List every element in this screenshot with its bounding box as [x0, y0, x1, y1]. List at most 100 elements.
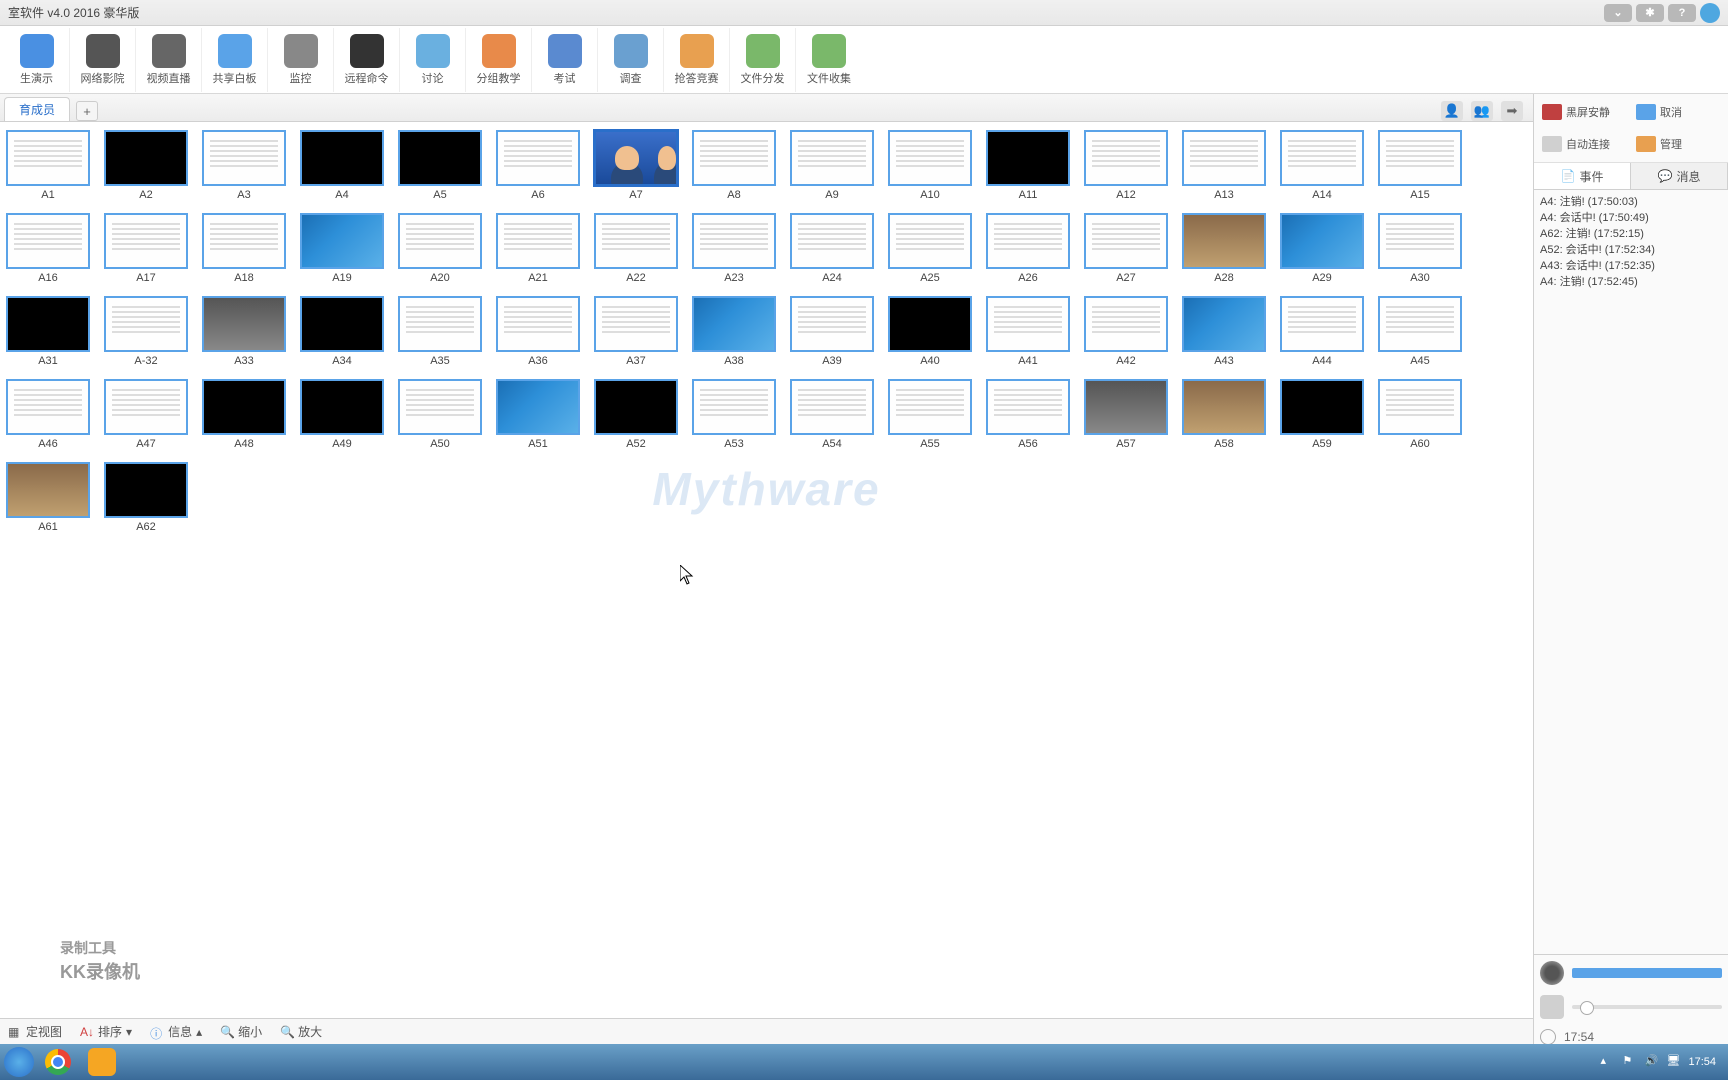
thumb-A39[interactable]: A39	[790, 296, 874, 367]
thumb-A18[interactable]: A18	[202, 213, 286, 284]
thumb-A57[interactable]: A57	[1084, 379, 1168, 450]
thumb-A40[interactable]: A40	[888, 296, 972, 367]
toolbar-btn-2[interactable]: 视频直播	[136, 28, 202, 92]
thumb-A44[interactable]: A44	[1280, 296, 1364, 367]
sb-zoomin[interactable]: 🔍放大	[280, 1023, 322, 1040]
system-tray[interactable]: ▴ ⚑ 🔊 🖥 17:54	[1600, 1054, 1724, 1070]
thumb-A19[interactable]: A19	[300, 213, 384, 284]
user-icon-2[interactable]: 👥	[1471, 101, 1493, 121]
thumb-A10[interactable]: A10	[888, 130, 972, 201]
thumb-A31[interactable]: A31	[6, 296, 90, 367]
thumb-A45[interactable]: A45	[1378, 296, 1462, 367]
thumb-A6[interactable]: A6	[496, 130, 580, 201]
toolbar-btn-12[interactable]: 文件收集	[796, 28, 862, 92]
thumb-A35[interactable]: A35	[398, 296, 482, 367]
thumb-A25[interactable]: A25	[888, 213, 972, 284]
thumb-A14[interactable]: A14	[1280, 130, 1364, 201]
thumb-A5[interactable]: A5	[398, 130, 482, 201]
tray-network-icon[interactable]: 🖥	[1666, 1054, 1682, 1070]
thumb-A29[interactable]: A29	[1280, 213, 1364, 284]
thumb-A8[interactable]: A8	[692, 130, 776, 201]
thumb-A34[interactable]: A34	[300, 296, 384, 367]
thumb-A41[interactable]: A41	[986, 296, 1070, 367]
thumb-A62[interactable]: A62	[104, 462, 188, 533]
sa-cancel[interactable]: 取消	[1632, 98, 1722, 126]
toolbar-btn-4[interactable]: 监控	[268, 28, 334, 92]
tab-messages[interactable]: 💬消息	[1631, 163, 1728, 189]
sb-view[interactable]: ▦定视图	[8, 1023, 62, 1040]
volume-bar[interactable]	[1572, 968, 1722, 978]
help-button[interactable]: ?	[1668, 4, 1696, 22]
thumb-A37[interactable]: A37	[594, 296, 678, 367]
thumb-A3[interactable]: A3	[202, 130, 286, 201]
sb-sort[interactable]: A↓排序▾	[80, 1023, 132, 1040]
thumb-A33[interactable]: A33	[202, 296, 286, 367]
thumb-A56[interactable]: A56	[986, 379, 1070, 450]
sa-manage[interactable]: 管理	[1632, 130, 1722, 158]
taskbar-chrome[interactable]	[38, 1047, 78, 1077]
sa-autoconnect[interactable]: 自动连接	[1538, 130, 1628, 158]
forward-icon[interactable]: ➡	[1501, 101, 1523, 121]
thumb-A46[interactable]: A46	[6, 379, 90, 450]
thumb-A42[interactable]: A42	[1084, 296, 1168, 367]
sa-blackscreen[interactable]: 黑屏安静	[1538, 98, 1628, 126]
thumb-A22[interactable]: A22	[594, 213, 678, 284]
thumb-A20[interactable]: A20	[398, 213, 482, 284]
speaker-icon[interactable]	[1540, 961, 1564, 985]
thumb-A52[interactable]: A52	[594, 379, 678, 450]
mic-slider[interactable]	[1572, 1005, 1722, 1009]
toolbar-btn-8[interactable]: 考试	[532, 28, 598, 92]
tray-up-icon[interactable]: ▴	[1600, 1054, 1616, 1070]
thumb-A7[interactable]: A7	[594, 130, 678, 201]
thumb-A59[interactable]: A59	[1280, 379, 1364, 450]
thumb-A4[interactable]: A4	[300, 130, 384, 201]
thumb-A50[interactable]: A50	[398, 379, 482, 450]
thumb-A-32[interactable]: A-32	[104, 296, 188, 367]
toolbar-btn-9[interactable]: 调查	[598, 28, 664, 92]
thumb-A28[interactable]: A28	[1182, 213, 1266, 284]
toolbar-btn-5[interactable]: 远程命令	[334, 28, 400, 92]
user-icon-1[interactable]: 👤	[1441, 101, 1463, 121]
thumb-A49[interactable]: A49	[300, 379, 384, 450]
toolbar-btn-0[interactable]: 生演示	[4, 28, 70, 92]
thumb-A51[interactable]: A51	[496, 379, 580, 450]
start-button[interactable]	[4, 1047, 34, 1077]
thumb-A30[interactable]: A30	[1378, 213, 1462, 284]
taskbar-app[interactable]	[82, 1047, 122, 1077]
thumb-A61[interactable]: A61	[6, 462, 90, 533]
thumb-A43[interactable]: A43	[1182, 296, 1266, 367]
toolbar-btn-6[interactable]: 讨论	[400, 28, 466, 92]
toolbar-btn-10[interactable]: 抢答竞赛	[664, 28, 730, 92]
thumb-A13[interactable]: A13	[1182, 130, 1266, 201]
window-control-button[interactable]	[1700, 3, 1720, 23]
thumb-A12[interactable]: A12	[1084, 130, 1168, 201]
sb-info[interactable]: ⓘ信息▴	[150, 1023, 202, 1040]
thumb-A2[interactable]: A2	[104, 130, 188, 201]
thumb-A55[interactable]: A55	[888, 379, 972, 450]
tray-volume-icon[interactable]: 🔊	[1644, 1054, 1660, 1070]
thumb-A26[interactable]: A26	[986, 213, 1070, 284]
thumb-A48[interactable]: A48	[202, 379, 286, 450]
settings-button[interactable]: ✱	[1636, 4, 1664, 22]
tab-add-button[interactable]: +	[76, 101, 98, 121]
toolbar-btn-1[interactable]: 网络影院	[70, 28, 136, 92]
thumb-A15[interactable]: A15	[1378, 130, 1462, 201]
expand-down-button[interactable]: ⌄	[1604, 4, 1632, 22]
thumb-A38[interactable]: A38	[692, 296, 776, 367]
thumb-A47[interactable]: A47	[104, 379, 188, 450]
toolbar-btn-3[interactable]: 共享白板	[202, 28, 268, 92]
thumb-A60[interactable]: A60	[1378, 379, 1462, 450]
thumb-A54[interactable]: A54	[790, 379, 874, 450]
thumb-A24[interactable]: A24	[790, 213, 874, 284]
toolbar-btn-11[interactable]: 文件分发	[730, 28, 796, 92]
thumb-A36[interactable]: A36	[496, 296, 580, 367]
toolbar-btn-7[interactable]: 分组教学	[466, 28, 532, 92]
sb-zoomout[interactable]: 🔍缩小	[220, 1023, 262, 1040]
thumb-A27[interactable]: A27	[1084, 213, 1168, 284]
tray-flag-icon[interactable]: ⚑	[1622, 1054, 1638, 1070]
thumb-A17[interactable]: A17	[104, 213, 188, 284]
thumb-A21[interactable]: A21	[496, 213, 580, 284]
thumb-A16[interactable]: A16	[6, 213, 90, 284]
thumb-A58[interactable]: A58	[1182, 379, 1266, 450]
tab-events[interactable]: 📄事件	[1534, 163, 1631, 189]
